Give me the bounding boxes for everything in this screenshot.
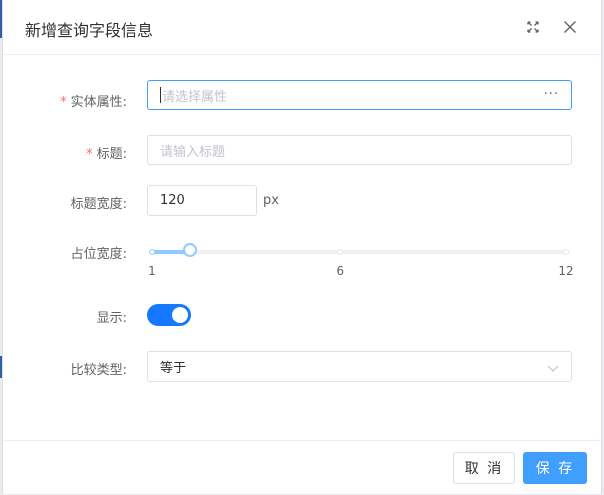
dialog-header: 新增查询字段信息 (3, 0, 601, 55)
compare-type-value: 等于 (160, 361, 187, 376)
title-width-label: 标题宽度: (70, 197, 127, 212)
slider-mark-label: 1 (148, 264, 156, 278)
required-mark: * (60, 95, 67, 110)
toggle-knob (172, 307, 188, 323)
compare-type-label: 比较类型: (70, 363, 127, 378)
span-width-label: 占位宽度: (70, 247, 127, 262)
slider-mark-label: 12 (558, 264, 574, 278)
more-icon[interactable]: ··· (544, 87, 559, 102)
title-placeholder: 请输入标题 (160, 144, 226, 160)
cancel-button[interactable]: 取 消 (453, 452, 515, 484)
text-caret (160, 87, 161, 103)
required-mark: * (86, 147, 93, 162)
close-icon[interactable] (560, 17, 580, 37)
dialog: 新增查询字段信息 * 实体属性: 请选择属性 ··· * 标题: 请输入标题 标… (2, 0, 602, 494)
slider-stop-dot (149, 249, 155, 255)
slider-stop-dot (563, 249, 569, 255)
compare-type-select[interactable]: 等于 (147, 351, 572, 382)
dialog-title: 新增查询字段信息 (25, 21, 154, 40)
save-button[interactable]: 保 存 (523, 452, 587, 484)
chevron-down-icon (547, 362, 559, 377)
slider-handle[interactable] (182, 243, 197, 257)
slider-stop-dot (337, 249, 344, 255)
entity-attr-placeholder: 请选择属性 (162, 89, 228, 105)
title-label: * 标题: (86, 147, 127, 162)
dialog-footer: 取 消 保 存 (3, 440, 601, 495)
title-width-unit: px (263, 193, 279, 208)
slider-mark-label: 6 (336, 264, 344, 278)
display-label: 显示: (96, 311, 127, 326)
display-toggle[interactable] (147, 304, 191, 326)
entity-attr-label: * 实体属性: (60, 95, 127, 110)
title-width-value: 120 (160, 193, 185, 208)
entity-attr-input[interactable]: 请选择属性 ··· (147, 80, 572, 110)
fullscreen-icon[interactable] (523, 17, 543, 37)
title-width-input[interactable]: 120 (147, 185, 257, 216)
span-width-slider[interactable] (149, 243, 569, 257)
title-input[interactable]: 请输入标题 (147, 135, 572, 165)
